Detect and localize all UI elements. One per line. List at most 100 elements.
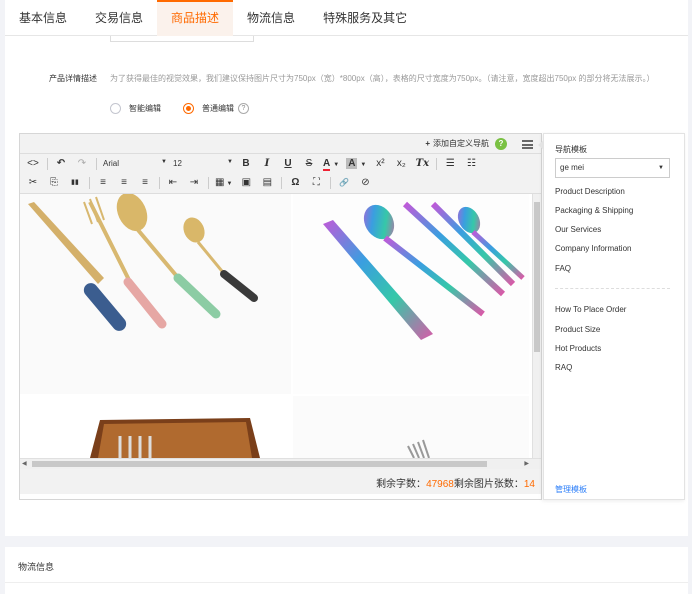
tab-special-services[interactable]: 特殊服务及其它 [309, 0, 421, 36]
cut-icon[interactable]: ✂ [26, 176, 40, 190]
rich-text-editor: +添加自定义导航 ? <> ↶ ↷ Arial ▼ 12 ▼ B I U S [19, 133, 542, 500]
previous-field-stub[interactable] [110, 36, 254, 42]
link-icon[interactable]: 🔗 [337, 176, 351, 190]
nav-item-company-information[interactable]: Company Information [555, 244, 631, 253]
tab-product-description[interactable]: 商品描述 [157, 0, 234, 36]
toolbar-divider [208, 176, 209, 189]
nav-template-panel: 导航模板 ge mei ▼ Product Description Packag… [538, 133, 685, 500]
tab-trade-info[interactable]: 交易信息 [81, 0, 157, 36]
chevron-down-icon: ▼ [226, 180, 233, 187]
vertical-scrollbar[interactable] [532, 194, 541, 458]
toolbar-row-1: <> ↶ ↷ Arial ▼ 12 ▼ B I U S A ▼ A ▼ x² x₂ Tx [20, 154, 541, 173]
normal-edit-label[interactable]: 普通编辑 [202, 103, 234, 114]
question-icon[interactable]: ? [238, 103, 249, 114]
silver-fork-illustration [407, 439, 430, 458]
subscript-icon[interactable]: x₂ [394, 157, 408, 171]
nav-item-packaging-shipping[interactable]: Packaging & Shipping [555, 206, 633, 215]
toolbar-divider [281, 176, 283, 189]
scroll-right-icon[interactable]: ▶ [524, 459, 529, 469]
nav-template-selected: ge mei [560, 163, 585, 172]
nav-item-product-description[interactable]: Product Description [555, 187, 625, 196]
nav-item-how-to-place-order[interactable]: How To Place Order [555, 305, 626, 314]
toolbar-divider [159, 176, 160, 189]
chevron-down-icon: ▼ [161, 159, 167, 165]
description-card: 产品详情描述 为了获得最佳的视觉效果，我们建议保持图片尺寸为750px（宽）*8… [5, 36, 688, 536]
font-family-select[interactable]: Arial ▼ [103, 159, 167, 168]
chevron-down-icon: ▼ [360, 161, 367, 168]
wooden-box-image[interactable] [20, 396, 291, 458]
remaining-images-label: 剩余图片张数： [453, 479, 524, 490]
fullscreen-icon[interactable]: ⛶ [309, 176, 323, 190]
silver-fork-image[interactable] [293, 396, 529, 458]
indent-icon[interactable]: ⇥ [187, 176, 201, 190]
align-right-icon[interactable]: ≡ [138, 176, 152, 190]
horizontal-scrollbar-thumb[interactable] [32, 461, 487, 467]
superscript-icon[interactable]: x² [373, 157, 387, 171]
nav-template-title: 导航模板 [555, 145, 587, 154]
gold-cutlery-image[interactable] [20, 194, 291, 394]
nav-item-hot-products[interactable]: Hot Products [555, 344, 601, 353]
special-char-icon[interactable]: Ω [288, 176, 302, 190]
logistics-card: 物流信息 [5, 547, 688, 594]
numbered-list-icon[interactable]: ☷ [464, 157, 478, 171]
remaining-words-value: 47968 [426, 479, 454, 490]
italic-icon[interactable]: I [260, 157, 274, 171]
add-custom-nav-label: 添加自定义导航 [433, 139, 489, 148]
align-center-icon[interactable]: ≡ [117, 176, 131, 190]
bullet-list-icon[interactable]: ☰ [443, 157, 457, 171]
bold-icon[interactable]: B [239, 157, 253, 171]
text-color-button[interactable]: A ▼ [323, 157, 339, 171]
nav-divider [555, 288, 670, 289]
nav-item-faq[interactable]: FAQ [555, 264, 571, 273]
horizontal-scrollbar[interactable]: ◀ ▶ [20, 458, 541, 469]
scroll-left-icon[interactable]: ◀ [22, 459, 27, 469]
clear-format-icon[interactable]: Tx [415, 157, 429, 171]
tab-logistics-info[interactable]: 物流信息 [233, 0, 309, 36]
toolbar-divider [330, 176, 332, 189]
vertical-scrollbar-thumb[interactable] [534, 202, 540, 352]
smart-edit-radio[interactable] [110, 103, 121, 114]
underline-icon[interactable]: U [281, 157, 295, 171]
tab-basic-info[interactable]: 基本信息 [5, 0, 81, 36]
manage-templates-link[interactable]: 管理模板 [555, 484, 587, 495]
remaining-words-label: 剩余字数： [376, 479, 427, 490]
outdent-icon[interactable]: ⇤ [166, 176, 180, 190]
undo-icon[interactable]: ↶ [54, 157, 68, 171]
copy-icon[interactable]: ⎘ [47, 176, 61, 190]
nav-item-raq[interactable]: RAQ [555, 363, 572, 372]
find-binoculars-icon[interactable]: ▮▮ [68, 176, 82, 190]
logistics-section-title: 物流信息 [18, 562, 55, 572]
font-size-select[interactable]: 12 ▼ [173, 159, 233, 168]
gold-cutlery-illustration [28, 194, 258, 331]
description-tip: 为了获得最佳的视觉效果，我们建议保持图片尺寸为750px（宽）*800px（高）… [110, 74, 655, 83]
toolbar-row-2: ✂ ⎘ ▮▮ ≡ ≡ ≡ ⇤ ⇥ ▦ ▼ ▣ ▤ Ω ⛶ 🔗 ⊘ [20, 173, 541, 192]
font-size-value: 12 [173, 159, 182, 168]
table-button[interactable]: ▦ ▼ [215, 176, 232, 190]
strikethrough-icon[interactable]: S [302, 157, 316, 171]
align-left-icon[interactable]: ≡ [96, 176, 110, 190]
add-custom-nav-button[interactable]: + 添加自定义导航 [425, 138, 489, 149]
nav-template-select[interactable]: ge mei ▼ [555, 158, 670, 178]
bg-color-button[interactable]: A ▼ [346, 157, 366, 171]
chevron-down-icon: ▼ [227, 159, 233, 165]
source-code-icon[interactable]: <> [26, 157, 40, 171]
nav-item-product-size[interactable]: Product Size [555, 325, 600, 334]
plus-icon: + [425, 139, 430, 148]
nav-item-our-services[interactable]: Our Services [555, 225, 601, 234]
chevron-down-icon: ▼ [658, 165, 664, 171]
editor-toolbar: <> ↶ ↷ Arial ▼ 12 ▼ B I U S A ▼ A ▼ x² x₂ Tx [20, 154, 541, 194]
rainbow-cutlery-image[interactable] [293, 194, 529, 394]
redo-icon[interactable]: ↷ [75, 157, 89, 171]
help-question-icon[interactable]: ? [495, 138, 507, 150]
insert-image-icon[interactable]: ▣ [239, 176, 253, 190]
edit-mode-group: 智能编辑 普通编辑 ? [110, 103, 249, 114]
section-divider [5, 582, 688, 583]
table-icon: ▦ [215, 176, 225, 188]
unlink-icon[interactable]: ⊘ [358, 176, 372, 190]
hamburger-menu-icon[interactable] [522, 140, 533, 149]
editor-topbar: + 添加自定义导航 ? [20, 134, 541, 154]
insert-media-icon[interactable]: ▤ [260, 176, 274, 190]
editor-content-area[interactable] [20, 194, 541, 458]
normal-edit-radio[interactable] [183, 103, 194, 114]
smart-edit-label[interactable]: 智能编辑 [129, 103, 161, 114]
